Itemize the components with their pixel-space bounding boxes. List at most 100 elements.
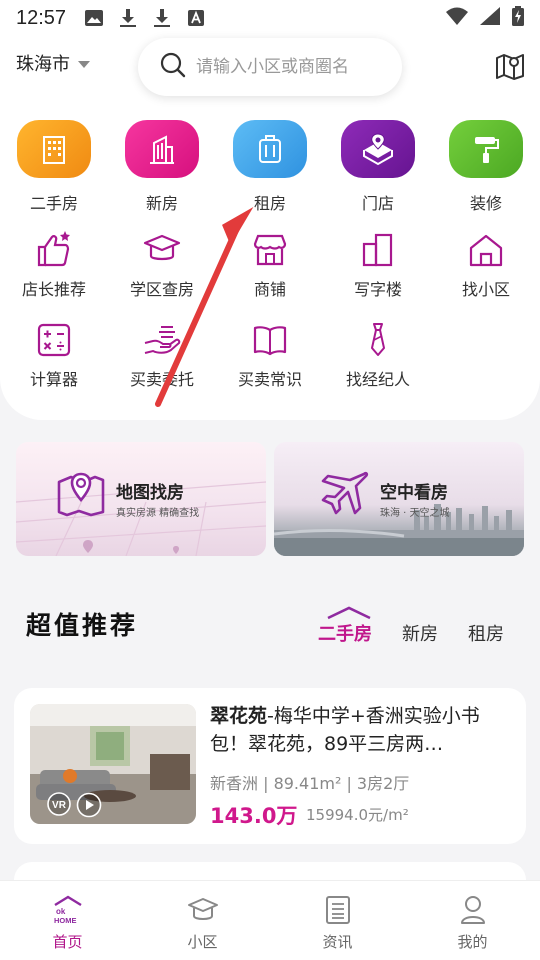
download-icon [152, 8, 172, 28]
chevron-down-icon [78, 60, 90, 68]
user-icon [457, 895, 489, 925]
bottom-nav: ok HOME 首页 小区 资讯 我的 [0, 880, 540, 960]
section-title: 超值推荐 [26, 611, 139, 640]
category-zhuangxiu[interactable]: 装修 [432, 120, 540, 214]
battery-charging-icon [512, 5, 524, 31]
tab-ershoufang[interactable]: 二手房 [318, 606, 372, 646]
banner-map-search[interactable]: 地图找房 真实房源 精确查找 [16, 442, 266, 556]
banner-subtitle: 珠海 · 天空之城 [380, 508, 450, 519]
banner-title: 空中看房 [380, 483, 448, 503]
listing-price: 143.0万 [210, 804, 298, 828]
tab-xinfang[interactable]: 新房 [402, 620, 438, 646]
listing-meta: 新香洲 | 89.41m² | 3房2厅 [210, 774, 410, 793]
status-time: 12:57 [16, 6, 67, 29]
main-category-row: 二手房 新房 租房 门店 装修 [0, 120, 540, 214]
search-input[interactable]: 请输入小区或商圈名 [138, 38, 402, 96]
signal-icon [480, 6, 500, 30]
item-jisuanqi[interactable]: 计算器 [0, 320, 108, 390]
book-icon [250, 320, 290, 360]
nav-label: 资讯 [322, 933, 353, 951]
thumbs-up-icon [34, 230, 74, 270]
vr-badge-text: VR [52, 800, 67, 811]
banner-aerial-view[interactable]: 空中看房 珠海 · 天空之城 [274, 442, 524, 556]
suitcase-icon [233, 120, 307, 178]
tower-icon [125, 120, 199, 178]
nav-label: 首页 [52, 933, 83, 951]
store-pin-icon [341, 120, 415, 178]
recommend-tabs: 二手房 新房 租房 [318, 606, 534, 646]
category-zufang[interactable]: 租房 [216, 120, 324, 214]
category-ershoufang[interactable]: 二手房 [0, 120, 108, 214]
item-maimaiweituo[interactable]: 买卖委托 [108, 320, 216, 390]
item-label: 店长推荐 [21, 280, 86, 299]
map-icon[interactable] [494, 50, 526, 82]
home-logo-icon: ok HOME [52, 895, 84, 925]
item-xiezilou[interactable]: 写字楼 [324, 230, 432, 300]
download-icon [118, 8, 138, 28]
item-label: 买卖委托 [129, 370, 194, 389]
listing-card[interactable]: VR 翠花苑-梅华中学+香洲实验小书包！翠花苑，89平三房两… 新香洲 | 89… [14, 688, 526, 844]
text-a-icon [186, 8, 206, 28]
item-label: 计算器 [29, 370, 78, 389]
category-xinfang[interactable]: 新房 [108, 120, 216, 214]
category-label: 装修 [469, 194, 502, 213]
search-icon [160, 52, 186, 82]
nav-profile[interactable]: 我的 [405, 881, 540, 960]
nav-community[interactable]: 小区 [135, 881, 270, 960]
listing-title: 翠花苑-梅华中学+香洲实验小书包！翠花苑，89平三房两… [210, 702, 510, 758]
category-label: 新房 [145, 194, 178, 213]
tab-label: 租房 [468, 624, 504, 645]
graduation-cap-icon [187, 895, 219, 925]
hand-money-icon [142, 320, 182, 360]
category-label: 门店 [361, 194, 394, 213]
tab-zufang[interactable]: 租房 [468, 620, 504, 646]
item-label: 写字楼 [353, 280, 402, 299]
item-maimaichangshi[interactable]: 买卖常识 [216, 320, 324, 390]
listing-title-bold: 翠花苑 [210, 705, 268, 727]
vr-badge-icon: VR [44, 792, 74, 820]
status-bar: 12:57 [0, 0, 540, 36]
category-label: 租房 [253, 194, 286, 213]
city-selector[interactable]: 珠海市 [16, 50, 90, 76]
house-outline-icon [466, 230, 506, 270]
calculator-icon [34, 320, 74, 360]
item-label: 买卖常识 [237, 370, 302, 389]
city-label: 珠海市 [16, 54, 70, 75]
building-icon [17, 120, 91, 178]
item-label: 找小区 [461, 280, 510, 299]
item-label: 商铺 [253, 280, 286, 299]
item-shangpu[interactable]: 商铺 [216, 230, 324, 300]
tab-label: 二手房 [318, 624, 372, 645]
item-xuequ[interactable]: 学区查房 [108, 230, 216, 300]
item-dianzhang[interactable]: 店长推荐 [0, 230, 108, 300]
listing-unit-price: 15994.0元/m² [306, 806, 409, 824]
secondary-row-1: 店长推荐 学区查房 商铺 写字楼 找小区 [0, 230, 540, 300]
document-icon [322, 895, 354, 925]
play-icon[interactable] [76, 792, 102, 822]
secondary-row-2: 计算器 买卖委托 买卖常识 找经纪人 [0, 320, 540, 390]
svg-text:HOME: HOME [54, 916, 77, 925]
paint-roller-icon [449, 120, 523, 178]
svg-text:ok: ok [56, 907, 66, 916]
roof-indicator-icon [327, 606, 371, 620]
wifi-icon [446, 7, 468, 30]
nav-label: 我的 [457, 933, 488, 951]
listing-photo: VR [30, 704, 196, 824]
shop-icon [250, 230, 290, 270]
search-placeholder: 请输入小区或商圈名 [196, 56, 349, 77]
nav-label: 小区 [187, 933, 218, 951]
nav-news[interactable]: 资讯 [270, 881, 405, 960]
graduation-cap-icon [142, 230, 182, 270]
nav-home[interactable]: ok HOME 首页 [0, 881, 135, 960]
item-label: 找经纪人 [345, 370, 410, 389]
item-label: 学区查房 [129, 280, 194, 299]
category-mendian[interactable]: 门店 [324, 120, 432, 214]
map-pin-icon [56, 468, 106, 522]
banner-title: 地图找房 [116, 483, 184, 503]
airplane-icon [320, 468, 370, 522]
item-zhaoxiaoqu[interactable]: 找小区 [432, 230, 540, 300]
top-panel: 珠海市 请输入小区或商圈名 二手房 新房 租房 门店 装修 店长推荐 学区查房 … [0, 36, 540, 420]
category-label: 二手房 [29, 194, 78, 213]
tab-label: 新房 [402, 624, 438, 645]
item-zhaojingjiren[interactable]: 找经纪人 [324, 320, 432, 390]
